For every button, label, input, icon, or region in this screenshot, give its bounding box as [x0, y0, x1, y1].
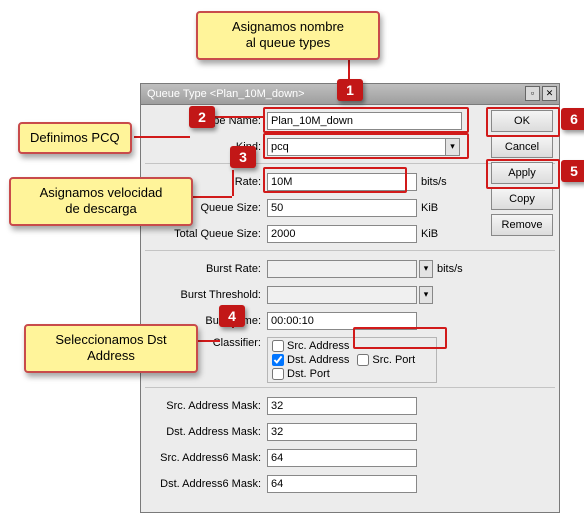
dst6-mask-label: Dst. Address6 Mask:	[145, 478, 267, 490]
window-title: Queue Type <Plan_10M_down>	[147, 88, 305, 100]
window-restore-icon[interactable]: ▫	[525, 86, 540, 101]
dst-address-text: Dst. Address	[287, 354, 349, 366]
badge-5: 5	[561, 160, 584, 182]
src-port-checkbox[interactable]: Src. Port	[357, 354, 415, 366]
burst-rate-label: Burst Rate:	[145, 263, 267, 275]
badge-1: 1	[337, 79, 363, 101]
burst-rate-dropdown-icon[interactable]: ▾	[419, 260, 433, 278]
burst-rate-input[interactable]	[267, 260, 417, 278]
classifier-group: Src. Address Dst. Address Src. Port Dst.…	[267, 337, 437, 383]
src-address-checkbox[interactable]: Src. Address	[272, 340, 349, 352]
total-queue-size-label: Total Queue Size:	[145, 228, 267, 240]
src-port-check[interactable]	[357, 354, 369, 366]
src6-mask-input[interactable]	[267, 449, 417, 467]
src6-mask-label: Src. Address6 Mask:	[145, 452, 267, 464]
src-mask-input[interactable]	[267, 397, 417, 415]
burst-threshold-dropdown-icon[interactable]: ▾	[419, 286, 433, 304]
dst-port-check[interactable]	[272, 368, 284, 380]
callout-rate: Asignamos velocidad de descarga	[9, 177, 193, 226]
burst-time-input[interactable]	[267, 312, 417, 330]
apply-button[interactable]: Apply	[491, 162, 553, 184]
queue-size-input[interactable]	[267, 199, 417, 217]
src-mask-label: Src. Address Mask:	[145, 400, 267, 412]
total-queue-size-unit: KiB	[421, 228, 453, 240]
total-queue-size-input[interactable]	[267, 225, 417, 243]
window-close-icon[interactable]: ✕	[542, 86, 557, 101]
src-address-text: Src. Address	[287, 340, 349, 352]
copy-button[interactable]: Copy	[491, 188, 553, 210]
callout-assign-name: Asignamos nombre al queue types	[196, 11, 380, 60]
leader-3v	[232, 170, 234, 196]
callout-pcq: Definimos PCQ	[18, 122, 132, 154]
type-name-input[interactable]	[267, 112, 462, 130]
burst-threshold-label: Burst Threshold:	[145, 289, 267, 301]
dst-address-check[interactable]	[272, 354, 284, 366]
dst-mask-label: Dst. Address Mask:	[145, 426, 267, 438]
dst-address-checkbox[interactable]: Dst. Address	[272, 354, 349, 366]
badge-4: 4	[219, 305, 245, 327]
button-column: OK Cancel Apply Copy Remove	[491, 110, 553, 236]
dst-mask-input[interactable]	[267, 423, 417, 441]
rate-input[interactable]	[267, 173, 417, 191]
badge-6: 6	[561, 108, 584, 130]
cancel-button[interactable]: Cancel	[491, 136, 553, 158]
dst-port-checkbox[interactable]: Dst. Port	[272, 368, 330, 380]
leader-2b	[214, 116, 264, 118]
src-port-text: Src. Port	[372, 354, 415, 366]
src-address-check[interactable]	[272, 340, 284, 352]
dst-port-text: Dst. Port	[287, 368, 330, 380]
rate-unit: bits/s	[421, 176, 453, 188]
queue-size-unit: KiB	[421, 202, 453, 214]
burst-threshold-input[interactable]	[267, 286, 417, 304]
queue-type-window: Queue Type <Plan_10M_down> ▫ ✕ Type Name…	[140, 83, 560, 513]
badge-2: 2	[189, 106, 215, 128]
kind-select[interactable]	[267, 138, 446, 156]
leader-2	[134, 136, 190, 138]
badge-3: 3	[230, 146, 256, 168]
callout-dst: Seleccionamos Dst Address	[24, 324, 198, 373]
burst-rate-unit: bits/s	[437, 263, 469, 275]
remove-button[interactable]: Remove	[491, 214, 553, 236]
kind-dropdown-icon[interactable]: ▾	[446, 138, 460, 156]
ok-button[interactable]: OK	[491, 110, 553, 132]
dst6-mask-input[interactable]	[267, 475, 417, 493]
